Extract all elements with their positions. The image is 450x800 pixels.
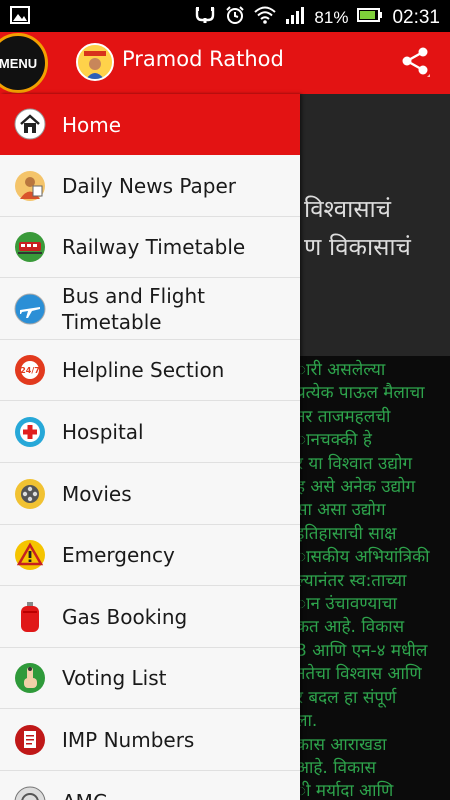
article-line: कास आराखडा	[300, 734, 387, 755]
background-content: विश्वासाचं ण विकासाचं ारी असलेल्या प्रत्य…	[300, 94, 450, 800]
drawer-item-helpline-section[interactable]: 24/7 Helpline Section	[0, 340, 300, 402]
emblem-icon	[14, 786, 46, 800]
article-line: आहे. विकास	[300, 757, 377, 778]
drawer-item-label: Movies	[62, 481, 132, 506]
drawer-item-label: Bus and Flight Timetable	[62, 283, 205, 334]
drawer-item-home[interactable]: Home	[0, 94, 300, 155]
airplane-icon	[14, 293, 46, 325]
article-line: कत आहे. विकास	[300, 617, 405, 638]
banner-text: विश्वासाचं ण विकासाचं	[304, 190, 411, 266]
status-bar: 81% 02:31	[0, 0, 450, 32]
article-line: र या विश्वात उद्योग	[300, 453, 413, 474]
article-line: ी मर्यादा आणि	[300, 781, 394, 800]
article-line: 3 आणि एन-४ मधील	[300, 640, 428, 661]
menu-label: MENU	[0, 55, 38, 71]
drawer-item-label: Hospital	[62, 420, 144, 444]
gallery-notification-icon	[10, 6, 30, 29]
notepad-icon	[14, 724, 46, 756]
drawer-item-label: Gas Booking	[62, 604, 188, 629]
drawer-item-bus-and-flight-timetable[interactable]: Bus and Flight Timetable	[0, 279, 300, 340]
article-line: सा असा उद्योग	[300, 500, 386, 521]
signal-icon	[285, 6, 305, 29]
battery-icon	[357, 7, 383, 28]
article-line: ासकीय अभियांत्रिकी	[300, 547, 430, 568]
svg-text:24/7: 24/7	[20, 366, 40, 375]
drawer-item-label: Voting List	[62, 666, 167, 691]
app-title: Pramod Rathod	[122, 47, 284, 71]
article-line: नतेचा विश्वास आणि	[300, 664, 422, 685]
drawer-item-movies[interactable]: Movies	[0, 464, 300, 525]
usb-icon	[194, 6, 216, 29]
article-line: ानचक्की हे	[300, 430, 372, 451]
drawer-item-emergency[interactable]: Emergency	[0, 525, 300, 587]
drawer-item-gas-booking[interactable]: Gas Booking	[0, 587, 300, 648]
train-icon	[14, 231, 46, 263]
menu-button[interactable]: MENU	[0, 33, 48, 93]
drawer-item-amc[interactable]: AMC	[0, 772, 300, 800]
action-bar: MENU Pramod Rathod	[0, 32, 450, 94]
article-line: ान उंचावण्याचा	[300, 594, 397, 615]
drawer-item-label: Emergency	[62, 543, 175, 568]
drawer-item-label: Helpline Section	[62, 358, 225, 383]
drawer-item-label: Home	[62, 112, 122, 137]
article-line: इतिहासाची साक्ष	[300, 523, 397, 544]
drawer-item-label: Daily News Paper	[62, 173, 237, 198]
article-line: ल्यानंतर स्व:ताच्या	[300, 570, 407, 591]
drawer-item-label: AMC	[62, 789, 107, 800]
article-line: ह असे अनेक उद्योग	[300, 477, 416, 498]
drawer-item-voting-list[interactable]: Voting List	[0, 648, 300, 710]
wifi-icon	[254, 6, 277, 29]
article-text: ारी असलेल्या प्रत्येक पाऊल मैलाचा नर ताजमह…	[300, 359, 430, 800]
article-line: प्रत्येक पाऊल मैलाचा	[300, 383, 425, 404]
banner-line: विश्वासाचं	[304, 195, 391, 223]
banner-line: ण विकासाचं	[304, 233, 411, 261]
drawer-item-daily-news-paper[interactable]: Daily News Paper	[0, 156, 300, 217]
alarm-icon	[225, 5, 245, 30]
share-icon[interactable]	[400, 46, 430, 82]
drawer-item-hospital[interactable]: Hospital	[0, 402, 300, 463]
article-line: ारी असलेल्या	[300, 360, 386, 380]
avatar[interactable]	[76, 43, 114, 81]
navigation-drawer: Home Daily News Paper Railway Timetable Bus…	[0, 94, 300, 800]
voting-finger-icon	[14, 662, 46, 694]
warning-icon	[14, 539, 46, 571]
article-line: र बदल हा संपूर्ण	[300, 687, 397, 708]
helpline-247-icon: 24/7	[14, 354, 46, 386]
newspaper-icon	[14, 170, 46, 202]
drawer-item-label: IMP Numbers	[62, 728, 195, 752]
drawer-item-railway-timetable[interactable]: Railway Timetable	[0, 217, 300, 279]
article-line: नर ताजमहलची	[300, 406, 391, 427]
drawer-item-imp-numbers[interactable]: IMP Numbers	[0, 710, 300, 771]
article-line: ला.	[300, 711, 318, 732]
hospital-icon	[14, 416, 46, 448]
battery-percent: 81%	[314, 7, 349, 27]
gas-cylinder-icon	[14, 601, 46, 633]
film-reel-icon	[14, 478, 46, 510]
article-banner: विश्वासाचं ण विकासाचं	[300, 94, 450, 356]
home-icon	[14, 108, 46, 140]
clock: 02:31	[392, 6, 440, 28]
drawer-item-label: Railway Timetable	[62, 235, 246, 260]
